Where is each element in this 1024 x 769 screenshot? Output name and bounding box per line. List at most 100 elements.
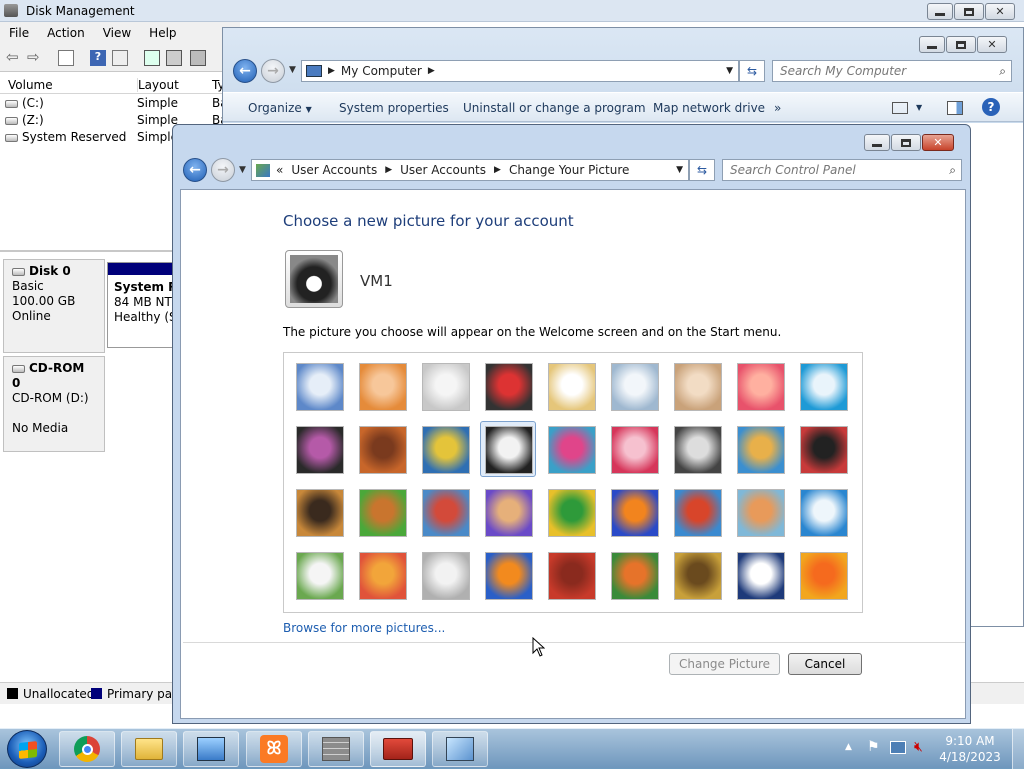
disk-0-label[interactable]: Disk 0 Basic 100.00 GB Online xyxy=(3,259,105,353)
volume-muted-icon[interactable]: 🔇︎ xyxy=(914,739,923,755)
action-center-flag-icon[interactable]: ⚑ xyxy=(867,739,880,755)
picture-turntable[interactable] xyxy=(485,363,533,411)
chevron-down-icon[interactable]: ▼ xyxy=(916,103,922,112)
picture-lighthouse[interactable] xyxy=(737,552,785,600)
start-button[interactable] xyxy=(7,730,47,768)
breadcrumb-change-picture[interactable]: Change Your Picture xyxy=(509,163,629,177)
picture-dog[interactable] xyxy=(485,426,533,474)
console-tree-icon[interactable] xyxy=(58,50,74,66)
menu-view[interactable]: View xyxy=(94,22,140,40)
picture-toy-robot[interactable] xyxy=(422,489,470,537)
close-button[interactable]: ✕ xyxy=(922,134,954,151)
column-volume[interactable]: Volume xyxy=(8,78,53,92)
chevron-right-icon[interactable]: ▶ xyxy=(494,165,501,175)
picture-gyroscope[interactable] xyxy=(611,363,659,411)
picture-doll[interactable] xyxy=(737,489,785,537)
address-bar[interactable]: « User Accounts ▶ User Accounts ▶ Change… xyxy=(251,159,689,181)
breadcrumb-user-accounts[interactable]: User Accounts xyxy=(291,163,377,177)
taskbar-firewall[interactable] xyxy=(308,731,364,767)
settings-icon[interactable] xyxy=(190,50,206,66)
breadcrumb-overflow-icon[interactable]: « xyxy=(276,163,283,177)
menu-help[interactable]: Help xyxy=(140,22,185,40)
picture-jacks[interactable] xyxy=(674,426,722,474)
picture-ball[interactable] xyxy=(296,426,344,474)
picture-window[interactable] xyxy=(485,552,533,600)
search-input[interactable]: Search My Computer ⌕ xyxy=(772,60,1012,82)
refresh-button[interactable]: ⇆ xyxy=(739,60,765,82)
back-arrow-icon[interactable]: ⇦ xyxy=(6,48,22,66)
picture-rug[interactable] xyxy=(548,552,596,600)
menu-action[interactable]: Action xyxy=(38,22,94,40)
picture-sailboat[interactable] xyxy=(800,489,848,537)
forward-button[interactable]: → xyxy=(261,59,285,83)
taskbar-toolbox[interactable] xyxy=(370,731,426,767)
rescan-icon[interactable] xyxy=(166,50,182,66)
minimize-button[interactable] xyxy=(864,134,890,151)
address-bar[interactable]: ▶ My Computer ▶ ▼ xyxy=(301,60,739,82)
picture-paper-crane[interactable] xyxy=(800,426,848,474)
picture-star-ornament[interactable] xyxy=(611,426,659,474)
help-icon[interactable]: ? xyxy=(90,50,106,66)
picture-pattern[interactable] xyxy=(674,552,722,600)
help-icon[interactable]: ? xyxy=(982,98,1000,116)
volume-row[interactable]: (C:) Simple Ba xyxy=(0,95,230,112)
picture-pinwheel[interactable] xyxy=(800,363,848,411)
picture-roller-coaster[interactable] xyxy=(296,363,344,411)
picture-guitar[interactable] xyxy=(296,489,344,537)
chevron-down-icon[interactable]: ▼ xyxy=(726,66,733,76)
column-layout[interactable]: Layout xyxy=(137,78,179,92)
chevron-right-icon[interactable]: ▶ xyxy=(385,165,392,175)
system-reserved-partition[interactable]: System Re 84 MB NTF Healthy (Sy xyxy=(107,262,177,348)
picture-lucky-cat[interactable] xyxy=(548,363,596,411)
properties-icon[interactable] xyxy=(112,50,128,66)
network-status-icon[interactable] xyxy=(890,741,906,754)
close-button[interactable]: ✕ xyxy=(985,3,1015,20)
picture-starfish[interactable] xyxy=(359,363,407,411)
menu-file[interactable]: File xyxy=(0,22,38,40)
picture-marbles[interactable] xyxy=(422,552,470,600)
taskbar-control-panel[interactable] xyxy=(183,731,239,767)
refresh-button[interactable]: ⇆ xyxy=(689,159,715,181)
back-button[interactable]: ← xyxy=(233,59,257,83)
forward-arrow-icon[interactable]: ⇨ xyxy=(27,48,43,66)
breadcrumb-user-accounts-2[interactable]: User Accounts xyxy=(400,163,486,177)
picture-scarf[interactable] xyxy=(485,489,533,537)
show-desktop-button[interactable] xyxy=(1012,729,1024,769)
refresh-icon[interactable] xyxy=(144,50,160,66)
uninstall-program-button[interactable]: Uninstall or change a program xyxy=(463,101,646,115)
picture-sunflower[interactable] xyxy=(548,489,596,537)
view-options-icon[interactable] xyxy=(892,102,908,114)
picture-leaf[interactable] xyxy=(422,426,470,474)
browse-more-pictures-link[interactable]: Browse for more pictures... xyxy=(283,621,445,635)
picture-kitten[interactable] xyxy=(674,363,722,411)
restore-button[interactable] xyxy=(954,3,984,20)
recent-pages-icon[interactable]: ▼ xyxy=(289,65,296,75)
picture-fish[interactable] xyxy=(611,489,659,537)
picture-puppy[interactable] xyxy=(359,489,407,537)
taskbar-xampp[interactable]: ꕤ xyxy=(246,731,302,767)
change-picture-button[interactable]: Change Picture xyxy=(669,653,780,675)
address-location[interactable]: My Computer xyxy=(341,64,422,78)
picture-balloon[interactable] xyxy=(674,489,722,537)
organize-button[interactable]: Organize ▼ xyxy=(248,101,312,115)
close-button[interactable]: ✕ xyxy=(977,36,1007,53)
maximize-button[interactable] xyxy=(891,134,921,151)
picture-flower[interactable] xyxy=(737,363,785,411)
recent-pages-icon[interactable]: ▼ xyxy=(239,165,246,175)
forward-button[interactable]: → xyxy=(211,158,235,182)
picture-fabric[interactable] xyxy=(359,426,407,474)
picture-daisy[interactable] xyxy=(800,552,848,600)
picture-stairs[interactable] xyxy=(737,426,785,474)
picture-soccer-ball[interactable] xyxy=(296,552,344,600)
preview-pane-icon[interactable] xyxy=(947,101,963,115)
map-network-drive-button[interactable]: Map network drive xyxy=(653,101,765,115)
search-input[interactable]: Search Control Panel ⌕ xyxy=(722,159,962,181)
minimize-button[interactable] xyxy=(927,3,953,20)
cdrom-0-label[interactable]: CD-ROM 0 CD-ROM (D:) No Media xyxy=(3,356,105,452)
picture-crayons[interactable] xyxy=(548,426,596,474)
more-commands-button[interactable]: » xyxy=(774,101,781,115)
picture-butterfly[interactable] xyxy=(611,552,659,600)
maximize-button[interactable] xyxy=(946,36,976,53)
taskbar-explorer[interactable] xyxy=(121,731,177,767)
system-properties-button[interactable]: System properties xyxy=(339,101,449,115)
